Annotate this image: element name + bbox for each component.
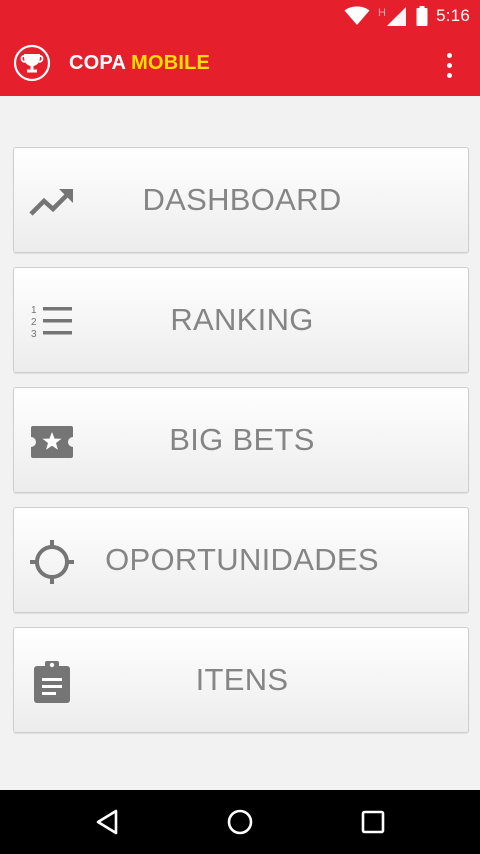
system-nav-bar [0,790,480,854]
more-vert-icon[interactable] [434,51,464,79]
menu-item-label: ITENS [195,662,289,697]
app-title: COPA MOBILE [69,52,210,75]
status-bar: H 5:16 [0,0,480,32]
menu-item-label: DASHBOARD [142,182,342,217]
trophy-icon [13,44,51,82]
main-menu: DASHBOARD 1 2 3 RANKING BIG BETS OPORTUN… [13,147,469,747]
back-icon[interactable] [87,804,127,840]
status-icons: H 5:16 [344,0,470,32]
app-title-part2: MOBILE [131,52,211,74]
battery-icon [416,6,428,26]
network-type-label: H [378,7,386,19]
app-bar: COPA MOBILE [0,32,480,96]
menu-item-big-bets[interactable]: BIG BETS [13,387,469,493]
app-title-part1: COPA [69,52,126,74]
wifi-icon [344,6,370,26]
menu-item-label: BIG BETS [169,422,315,457]
signal-icon: H [378,5,408,27]
menu-item-dashboard[interactable]: DASHBOARD [13,147,469,253]
menu-item-ranking[interactable]: 1 2 3 RANKING [13,267,469,373]
menu-item-oportunidades[interactable]: OPORTUNIDADES [13,507,469,613]
menu-item-label: RANKING [170,302,314,337]
recents-icon[interactable] [353,804,393,840]
menu-item-itens[interactable]: ITENS [13,627,469,733]
home-icon[interactable] [220,804,260,840]
status-time: 5:16 [436,6,470,25]
menu-item-label: OPORTUNIDADES [105,542,379,577]
